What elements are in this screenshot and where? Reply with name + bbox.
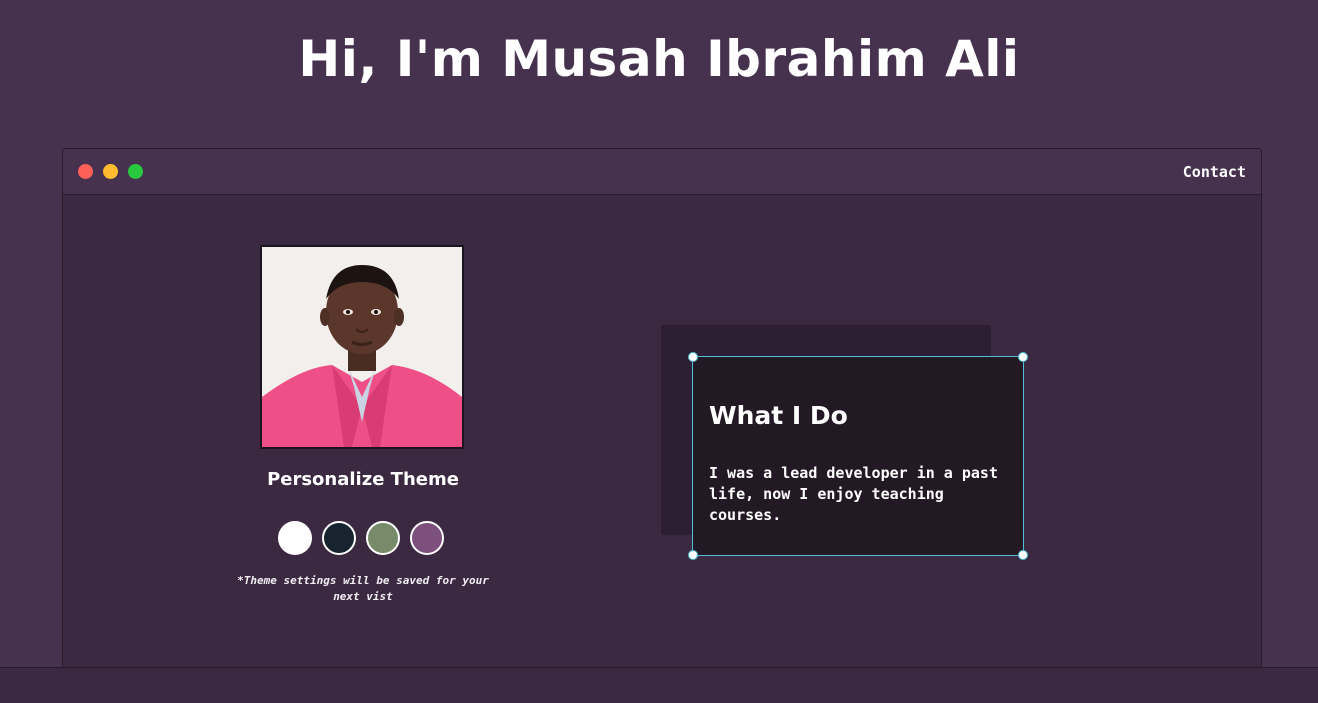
resize-handle-top-left[interactable] [688, 352, 698, 362]
card-text: I was a lead developer in a past life, n… [709, 464, 998, 524]
theme-swatch-green[interactable] [366, 521, 400, 555]
profile-photo-image [262, 247, 462, 447]
theme-swatch-light[interactable] [278, 521, 312, 555]
resize-handle-bottom-right[interactable] [1018, 550, 1028, 560]
theme-note: *Theme settings will be saved for your n… [237, 574, 489, 603]
resize-handle-bottom-left[interactable] [688, 550, 698, 560]
resize-handle-top-right[interactable] [1018, 352, 1028, 362]
window-titlebar: Contact [63, 149, 1261, 195]
theme-swatch-dark-blue[interactable] [322, 521, 356, 555]
page-title: Hi, I'm Musah Ibrahim Ali [298, 30, 1020, 88]
contact-link[interactable]: Contact [1183, 163, 1246, 181]
theme-swatches [278, 521, 448, 557]
maximize-window-button[interactable] [128, 164, 143, 179]
theme-heading: Personalize Theme [267, 469, 459, 490]
theme-swatch-purple[interactable] [410, 521, 444, 555]
close-window-button[interactable] [78, 164, 93, 179]
browser-window: Contact Personalize Theme *Theme setting… [62, 148, 1262, 668]
profile-photo [260, 245, 464, 449]
card-title: What I Do [709, 401, 848, 430]
footer-bar [0, 667, 1318, 703]
what-i-do-card: What I Do I was a lead developer in a pa… [688, 352, 1028, 560]
minimize-window-button[interactable] [103, 164, 118, 179]
